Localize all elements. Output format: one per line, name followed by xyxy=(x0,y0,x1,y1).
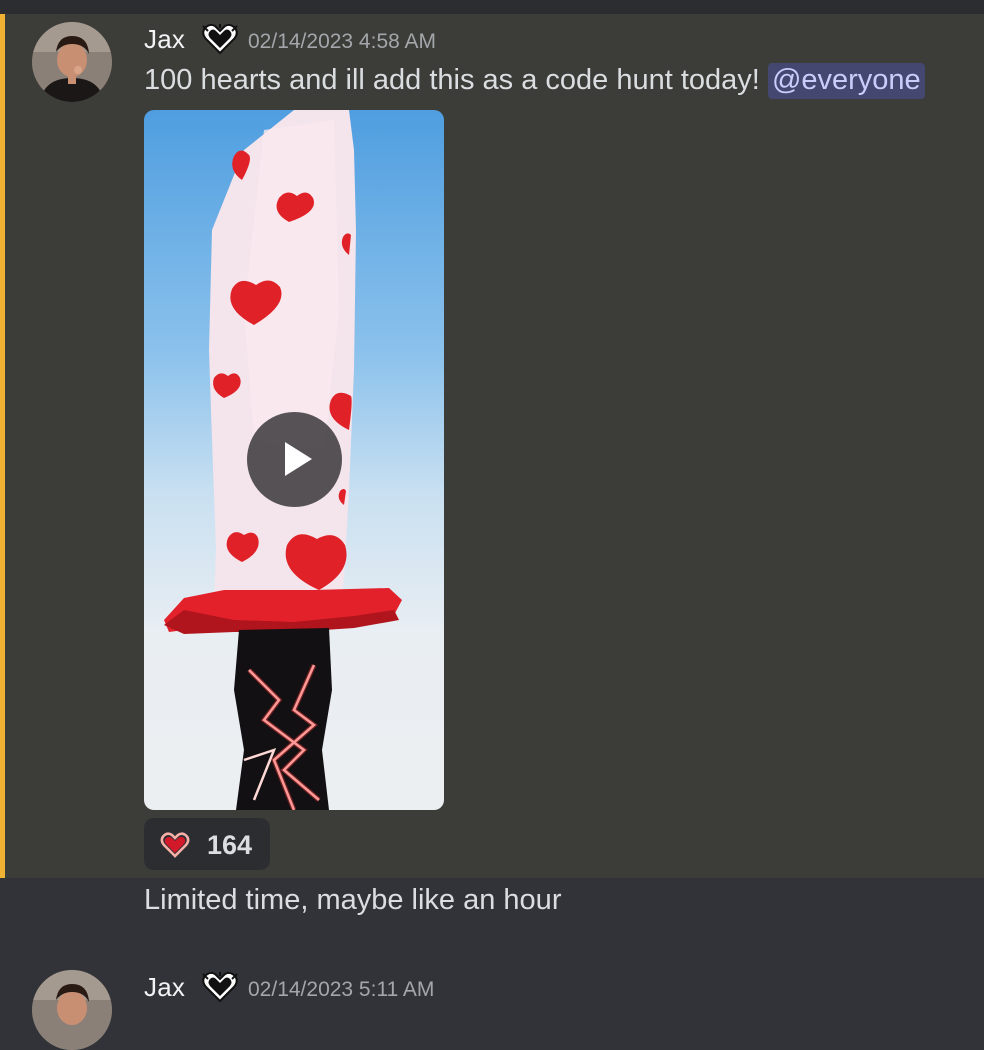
heart-badge-icon xyxy=(202,971,238,1003)
mention-indicator-bar xyxy=(0,14,5,878)
reaction-heart[interactable]: 164 xyxy=(144,818,270,870)
username[interactable]: Jax xyxy=(144,24,185,55)
video-attachment[interactable] xyxy=(144,110,444,810)
play-button[interactable] xyxy=(247,412,342,507)
message-content-continuation: Limited time, maybe like an hour xyxy=(144,884,562,916)
username[interactable]: Jax xyxy=(144,972,185,1003)
heart-outline-icon xyxy=(160,832,190,858)
message-text: 100 hearts and ill add this as a code hu… xyxy=(144,64,768,96)
avatar[interactable] xyxy=(32,22,112,102)
play-icon xyxy=(285,442,312,476)
heart-badge-icon xyxy=(202,23,238,55)
everyone-mention[interactable]: @everyone xyxy=(767,63,925,99)
timestamp: 02/14/2023 4:58 AM xyxy=(248,30,436,53)
reaction-count: 164 xyxy=(207,830,253,860)
timestamp: 02/14/2023 5:11 AM xyxy=(248,978,435,1001)
message-content: 100 hearts and ill add this as a code hu… xyxy=(144,63,925,99)
avatar[interactable] xyxy=(32,970,112,1050)
top-bar xyxy=(0,0,984,14)
